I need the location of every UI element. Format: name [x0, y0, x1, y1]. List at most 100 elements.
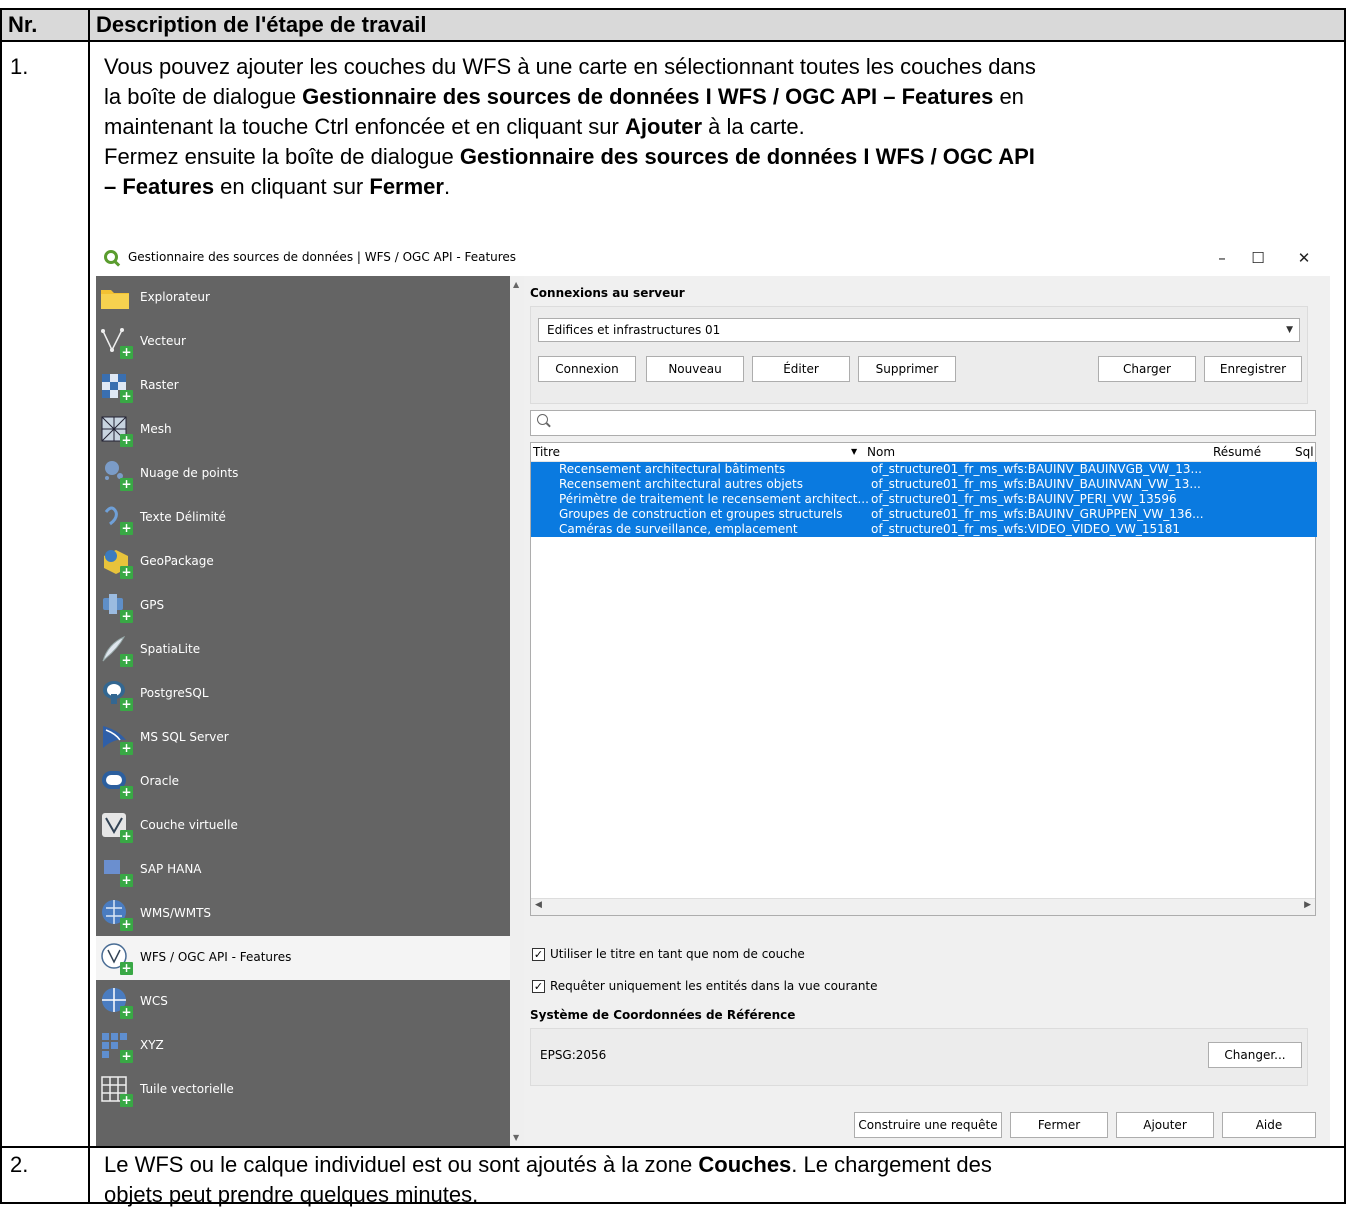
sidebar-item-point-cloud[interactable]: + Nuage de points: [96, 452, 510, 496]
spatialite-icon: +: [100, 634, 133, 667]
sidebar-item-label: Explorateur: [140, 290, 210, 304]
wfs-icon: +: [100, 942, 133, 975]
table-row[interactable]: Caméras de surveillance, emplacement of_s…: [531, 522, 1317, 537]
sidebar-item-label: WMS/WMTS: [140, 906, 212, 920]
use-title-checkbox[interactable]: ✓: [532, 948, 545, 961]
table-row[interactable]: Recensement architectural bâtiments of_st…: [531, 462, 1317, 477]
table-horizontal-scrollbar[interactable]: ◀ ▶: [531, 898, 1315, 915]
ajouter-button[interactable]: Ajouter: [1116, 1112, 1214, 1138]
border: [0, 40, 1346, 42]
table-row[interactable]: Périmètre de traitement le recensement a…: [531, 492, 1317, 507]
delimited-text-icon: +: [100, 502, 133, 535]
sidebar-item-geopackage[interactable]: + GeoPackage: [96, 540, 510, 584]
sidebar-item-virtual-layer[interactable]: + Couche virtuelle: [96, 804, 510, 848]
xyz-icon: +: [100, 1030, 133, 1063]
minimize-button[interactable]: –: [1204, 246, 1240, 270]
raster-icon: +: [100, 370, 133, 403]
sidebar-item-sap-hana[interactable]: + SAP HANA: [96, 848, 510, 892]
enregistrer-button[interactable]: Enregistrer: [1204, 356, 1302, 382]
sidebar-item-wcs[interactable]: + WCS: [96, 980, 510, 1024]
sidebar-item-wms[interactable]: + WMS/WMTS: [96, 892, 510, 936]
layers-table: Titre ▼ Nom Résumé Sql Recensement archi…: [530, 442, 1317, 916]
row1-number: 1.: [10, 54, 29, 79]
sidebar-item-label: Couche virtuelle: [140, 818, 238, 832]
sidebar-item-label: Tuile vectorielle: [140, 1082, 234, 1096]
sidebar-item-raster[interactable]: + Raster: [96, 364, 510, 408]
query-view-label: Requêter uniquement les entités dans la …: [550, 979, 878, 993]
sap-hana-icon: +: [100, 854, 133, 887]
table-row[interactable]: Groupes de construction et groupes struc…: [531, 507, 1317, 522]
column-resume[interactable]: Résumé: [1213, 445, 1261, 459]
search-icon: [537, 414, 548, 425]
sidebar-item-delimited-text[interactable]: + Texte Délimité: [96, 496, 510, 540]
search-input[interactable]: [530, 410, 1316, 436]
sidebar-item-label: WCS: [140, 994, 168, 1008]
border: [0, 1146, 1346, 1148]
sidebar-item-label: Mesh: [140, 422, 172, 436]
wcs-icon: +: [100, 986, 133, 1019]
chevron-down-icon: ▼: [1286, 325, 1293, 335]
charger-button[interactable]: Charger: [1098, 356, 1196, 382]
oracle-icon: +: [100, 766, 133, 799]
connexion-button[interactable]: Connexion: [538, 356, 636, 382]
virtual-layer-icon: +: [100, 810, 133, 843]
sidebar-item-label: MS SQL Server: [140, 730, 229, 744]
geopackage-icon: +: [100, 546, 133, 579]
maximize-button[interactable]: ☐: [1240, 246, 1276, 270]
sidebar-item-spatialite[interactable]: + SpatiaLite: [96, 628, 510, 672]
column-sql[interactable]: Sql: [1295, 445, 1314, 459]
qgis-logo-icon: [104, 250, 118, 264]
header-nr: Nr.: [2, 10, 88, 40]
crs-title: Système de Coordonnées de Référence: [530, 1008, 796, 1022]
aide-button[interactable]: Aide: [1222, 1112, 1316, 1138]
supprimer-button[interactable]: Supprimer: [858, 356, 956, 382]
row2-number: 2.: [10, 1152, 29, 1177]
wfs-panel: Connexions au serveur Edifices et infras…: [524, 276, 1330, 1146]
sidebar-item-label: Nuage de points: [140, 466, 239, 480]
row1-line4: Fermez ensuite la boîte de dialogue Gest…: [104, 144, 1035, 169]
border: [88, 8, 90, 1204]
row1-text: Vous pouvez ajouter les couches du WFS à…: [96, 52, 1336, 202]
sidebar-item-mesh[interactable]: + Mesh: [96, 408, 510, 452]
crs-group: [530, 1028, 1308, 1086]
connexions-title: Connexions au serveur: [530, 286, 685, 300]
sidebar-item-mssql[interactable]: + MS SQL Server: [96, 716, 510, 760]
editer-button[interactable]: Éditer: [752, 356, 850, 382]
row2-line1: Le WFS ou le calque individuel est ou so…: [104, 1152, 992, 1177]
sidebar-item-label: Vecteur: [140, 334, 186, 348]
table-row[interactable]: Recensement architectural autres objets o…: [531, 477, 1317, 492]
sidebar-item-label: XYZ: [140, 1038, 164, 1052]
sidebar-item-label: Raster: [140, 378, 179, 392]
vector-tile-icon: +: [100, 1074, 133, 1107]
sidebar-item-label: Oracle: [140, 774, 180, 788]
border: [0, 8, 2, 1204]
column-titre[interactable]: Titre: [533, 445, 560, 459]
close-button[interactable]: ✕: [1286, 246, 1322, 270]
nouveau-button[interactable]: Nouveau: [646, 356, 744, 382]
sidebar-item-label: GPS: [140, 598, 165, 612]
column-nom[interactable]: Nom: [867, 445, 895, 459]
query-view-checkbox[interactable]: ✓: [532, 980, 545, 993]
postgresql-icon: +: [100, 678, 133, 711]
construire-requete-button[interactable]: Construire une requête: [854, 1112, 1002, 1138]
sidebar-item-vecteur[interactable]: + Vecteur: [96, 320, 510, 364]
sidebar-item-vector-tile[interactable]: + Tuile vectorielle: [96, 1068, 510, 1112]
sidebar-item-oracle[interactable]: + Oracle: [96, 760, 510, 804]
dialog-titlebar: Gestionnaire des sources de données | WF…: [96, 242, 1330, 274]
sidebar-item-label: SpatiaLite: [140, 642, 201, 656]
sidebar-item-label: Texte Délimité: [140, 510, 226, 524]
row1-line1: Vous pouvez ajouter les couches du WFS à…: [104, 54, 1036, 79]
sidebar-item-label: WFS / OGC API - Features: [140, 950, 292, 964]
sidebar-item-explorateur[interactable]: Explorateur: [96, 276, 510, 320]
row1-line5: – Features en cliquant sur Fermer.: [104, 174, 451, 199]
sidebar-item-postgresql[interactable]: + PostgreSQL: [96, 672, 510, 716]
connection-select[interactable]: Edifices et infrastructures 01 ▼: [538, 318, 1300, 342]
source-sidebar: Explorateur + Vecteur + Raster + Mesh + …: [96, 276, 510, 1146]
changer-button[interactable]: Changer...: [1208, 1042, 1302, 1068]
fermer-button[interactable]: Fermer: [1010, 1112, 1108, 1138]
sidebar-item-xyz[interactable]: + XYZ: [96, 1024, 510, 1068]
sidebar-item-gps[interactable]: + GPS: [96, 584, 510, 628]
row2-line2: objets peut prendre quelques minutes.: [104, 1182, 479, 1207]
sidebar-item-wfs[interactable]: + WFS / OGC API - Features: [96, 936, 510, 980]
sidebar-scrollbar[interactable]: ▲ ▼: [510, 276, 524, 1146]
